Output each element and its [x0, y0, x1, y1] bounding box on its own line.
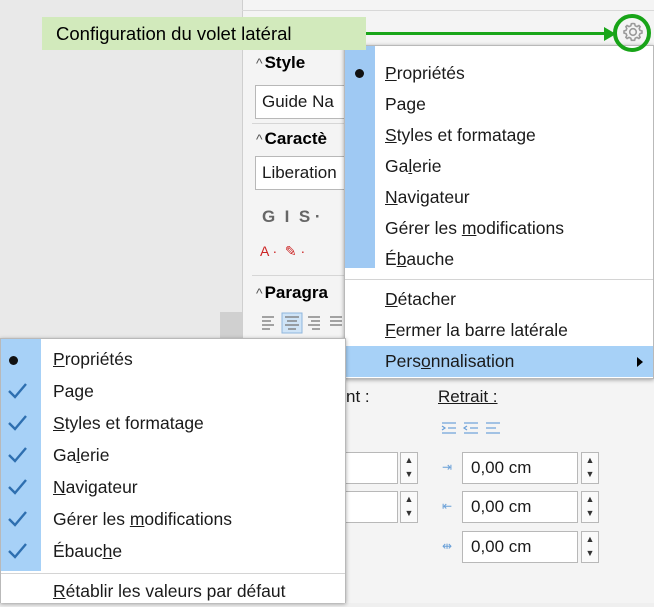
- spacing-label: nt :: [346, 387, 370, 406]
- menu-item-proprietes[interactable]: Propriétés: [345, 58, 653, 89]
- paragraph-section-title[interactable]: ^ Paragra: [256, 283, 328, 303]
- menu-item-ebauche[interactable]: Ébauche: [345, 244, 653, 275]
- menu-separator: [345, 279, 653, 280]
- submenu-item-galerie[interactable]: Galerie: [1, 440, 345, 471]
- indent-after-icon: ⇤: [442, 499, 453, 513]
- sidebar-top-border: [242, 10, 654, 11]
- checkmark-icon: [8, 511, 27, 527]
- spin-buttons[interactable]: ▲ ▼: [400, 452, 418, 484]
- color-buttons-row[interactable]: A · ✎ ·: [260, 243, 305, 260]
- indent-before-field[interactable]: 0,00 cm: [462, 452, 578, 484]
- annotation-arrow: [366, 32, 612, 35]
- checkmark-icon: [8, 447, 27, 463]
- first-line-indent-icon: ⇹: [442, 539, 453, 553]
- gear-highlight-circle: [613, 14, 651, 52]
- menu-separator: [1, 573, 345, 574]
- submenu-item-proprietes[interactable]: Propriétés: [1, 344, 345, 375]
- submenu-arrow-icon: [637, 357, 643, 367]
- menu-item-close-sidebar[interactable]: Fermer la barre latérale: [345, 315, 653, 346]
- collapse-caret-icon[interactable]: ^: [256, 55, 263, 71]
- spin-buttons[interactable]: ▲ ▼: [400, 491, 418, 523]
- submenu-item-styles[interactable]: Styles et formatage: [1, 408, 345, 439]
- checkmark-icon: [8, 543, 27, 559]
- checkmark-icon: [8, 415, 27, 431]
- spin-buttons[interactable]: ▲ ▼: [581, 531, 599, 563]
- menu-item-detacher[interactable]: Détacher: [345, 284, 653, 315]
- checkmark-icon: [8, 479, 27, 495]
- radio-dot-icon: [355, 69, 364, 78]
- collapse-caret-icon[interactable]: ^: [256, 285, 263, 301]
- menu-item-page[interactable]: Page: [345, 89, 653, 120]
- section-divider: [252, 123, 344, 124]
- style-section-title[interactable]: ^ Style: [256, 53, 305, 73]
- menu-item-modifications[interactable]: Gérer les modifications: [345, 213, 653, 244]
- customization-submenu: Propriétés Page Styles et formatage Gale…: [0, 338, 346, 603]
- spin-buttons[interactable]: ▲ ▼: [581, 491, 599, 523]
- annotation-callout: Configuration du volet latéral: [42, 17, 366, 50]
- radio-dot-icon: [9, 356, 18, 365]
- font-name-combo[interactable]: Liberation: [255, 156, 355, 190]
- format-buttons-row[interactable]: G I S ·: [262, 207, 321, 227]
- collapse-caret-icon[interactable]: ^: [256, 131, 263, 147]
- checkmark-icon: [8, 383, 27, 399]
- menu-item-navigateur[interactable]: Navigateur: [345, 182, 653, 213]
- menu-item-personnalisation[interactable]: Personnalisation: [345, 346, 653, 377]
- paragraph-style-combo[interactable]: Guide Na: [255, 85, 355, 119]
- indent-after-field[interactable]: 0,00 cm: [462, 491, 578, 523]
- section-divider: [252, 275, 344, 276]
- character-section-title[interactable]: ^ Caractè: [256, 129, 327, 149]
- submenu-item-page[interactable]: Page: [1, 376, 345, 407]
- indent-label: Retrait :: [438, 387, 498, 406]
- indent-before-icon: ⇥: [442, 460, 453, 474]
- submenu-item-reset[interactable]: Rétablir les valeurs par défaut: [1, 576, 345, 607]
- submenu-item-ebauche[interactable]: Ébauche: [1, 536, 345, 567]
- sidebar-settings-menu: Propriétés Page Styles et formatage Gale…: [344, 45, 654, 379]
- menu-item-styles[interactable]: Styles et formatage: [345, 120, 653, 151]
- indent-buttons[interactable]: [440, 420, 510, 436]
- menu-item-galerie[interactable]: Galerie: [345, 151, 653, 182]
- spin-buttons[interactable]: ▲ ▼: [581, 452, 599, 484]
- submenu-item-modifications[interactable]: Gérer les modifications: [1, 504, 345, 535]
- alignment-buttons[interactable]: [258, 312, 344, 334]
- submenu-item-navigateur[interactable]: Navigateur: [1, 472, 345, 503]
- first-line-indent-field[interactable]: 0,00 cm: [462, 531, 578, 563]
